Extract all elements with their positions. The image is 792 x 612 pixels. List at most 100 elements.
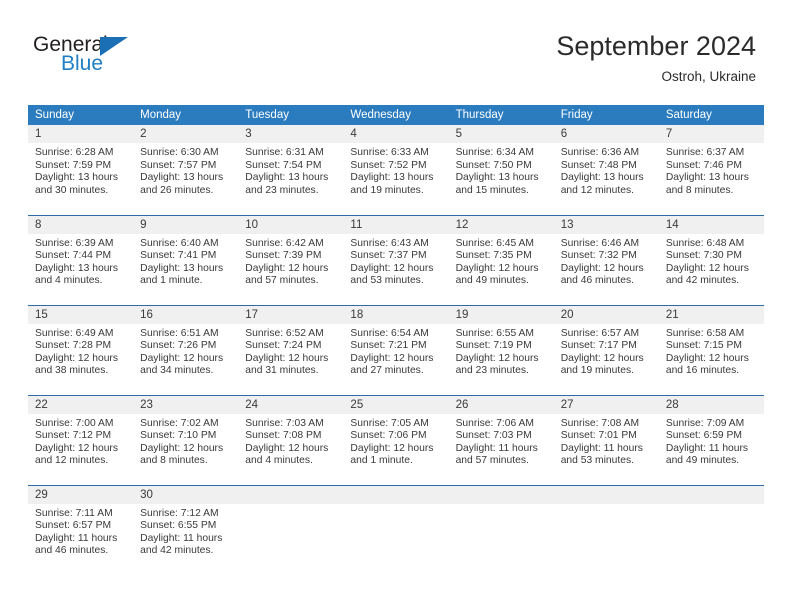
day-cell[interactable]: 2 Sunrise: 6:30 AM Sunset: 7:57 PM Daylight…: [133, 125, 239, 215]
daylight-text-line2: and 23 minutes.: [245, 184, 319, 196]
sunset-text: Sunset: 7:54 PM: [245, 159, 322, 171]
day-number: 18: [343, 305, 449, 324]
sunrise-text: Sunrise: 6:46 AM: [560, 237, 640, 249]
day-cell[interactable]: 15 Sunrise: 6:49 AM Sunset: 7:28 PM Dayligh…: [28, 304, 134, 395]
sunset-text: Sunset: 7:50 PM: [455, 159, 532, 171]
day-cell[interactable]: 26 Sunrise: 7:06 AM Sunset: 7:03 PM Dayligh…: [448, 394, 554, 485]
daylight-text-line2: and 8 minutes.: [140, 455, 208, 467]
daylight-text-line1: Daylight: 12 hours: [350, 442, 434, 454]
day-cell-empty: [448, 484, 554, 573]
daylight-text-line2: and 19 minutes.: [350, 184, 424, 196]
day-cell[interactable]: 21 Sunrise: 6:58 AM Sunset: 7:15 PM Dayligh…: [658, 304, 764, 395]
day-cell-inner: 22 Sunrise: 7:00 AM Sunset: 7:12 PM Dayligh…: [28, 395, 134, 485]
daylight-text-line2: and 4 minutes.: [35, 275, 103, 287]
daylight-text-line1: Daylight: 13 hours: [140, 172, 224, 184]
daylight-text-line1: Daylight: 12 hours: [560, 262, 644, 274]
day-cell[interactable]: 4 Sunrise: 6:33 AM Sunset: 7:52 PM Daylight…: [343, 125, 449, 215]
day-cell[interactable]: 9 Sunrise: 6:40 AM Sunset: 7:41 PM Daylight…: [133, 214, 239, 305]
day-cell[interactable]: 22 Sunrise: 7:00 AM Sunset: 7:12 PM Dayligh…: [28, 394, 134, 485]
daylight-text-line2: and 49 minutes.: [665, 455, 740, 467]
sunrise-text: Sunrise: 6:36 AM: [560, 147, 640, 158]
day-details: Sunrise: 6:57 AM Sunset: 7:17 PM Daylight:…: [554, 324, 659, 378]
sunrise-text: Sunrise: 6:31 AM: [245, 147, 324, 158]
sunset-text: Sunset: 7:57 PM: [140, 159, 217, 171]
weekday-header-sunday: Sunday: [28, 105, 134, 125]
day-cell-inner: 26 Sunrise: 7:06 AM Sunset: 7:03 PM Dayligh…: [448, 395, 554, 485]
weekday-header-thursday: Thursday: [448, 105, 554, 125]
sunrise-text: Sunrise: 6:39 AM: [35, 237, 114, 249]
day-number: 8: [28, 215, 134, 234]
sunset-text: Sunset: 7:15 PM: [665, 340, 742, 352]
sunrise-text: Sunrise: 6:40 AM: [140, 237, 219, 249]
day-cell[interactable]: 16 Sunrise: 6:51 AM Sunset: 7:26 PM Dayligh…: [133, 304, 239, 395]
location-label: Ostroh, Ukraine: [661, 69, 756, 84]
day-cell[interactable]: 14 Sunrise: 6:48 AM Sunset: 7:30 PM Dayligh…: [658, 214, 764, 305]
day-cell[interactable]: 12 Sunrise: 6:45 AM Sunset: 7:35 PM Dayligh…: [448, 214, 554, 305]
day-cell[interactable]: 13 Sunrise: 6:46 AM Sunset: 7:32 PM Dayligh…: [553, 214, 659, 305]
day-details: [343, 504, 448, 508]
day-cell-inner: 17 Sunrise: 6:52 AM Sunset: 7:24 PM Dayligh…: [238, 305, 344, 395]
day-cell[interactable]: 30 Sunrise: 7:12 AM Sunset: 6:55 PM Dayligh…: [133, 484, 239, 573]
day-cell[interactable]: 24 Sunrise: 7:03 AM Sunset: 7:08 PM Dayligh…: [238, 394, 344, 485]
day-details: Sunrise: 6:40 AM Sunset: 7:41 PM Daylight:…: [133, 234, 238, 288]
sunset-text: Sunset: 7:01 PM: [560, 430, 637, 442]
daylight-text-line1: Daylight: 11 hours: [665, 442, 749, 454]
daylight-text-line2: and 26 minutes.: [140, 184, 214, 196]
day-cell-inner: 13 Sunrise: 6:46 AM Sunset: 7:32 PM Dayligh…: [553, 215, 659, 305]
day-cell[interactable]: 27 Sunrise: 7:08 AM Sunset: 7:01 PM Dayligh…: [553, 394, 659, 485]
day-cell[interactable]: 7 Sunrise: 6:37 AM Sunset: 7:46 PM Daylight…: [658, 125, 764, 215]
sunset-text: Sunset: 7:08 PM: [245, 430, 322, 442]
daylight-text-line1: Daylight: 12 hours: [455, 352, 539, 364]
daylight-text-line2: and 46 minutes.: [560, 275, 634, 287]
daylight-text-line2: and 30 minutes.: [35, 184, 109, 196]
day-details: [238, 504, 343, 508]
week-row: 22 Sunrise: 7:00 AM Sunset: 7:12 PM Dayligh…: [28, 394, 764, 485]
daylight-text-line1: Daylight: 12 hours: [350, 352, 434, 364]
day-cell[interactable]: 20 Sunrise: 6:57 AM Sunset: 7:17 PM Dayligh…: [553, 304, 659, 395]
day-cell-inner: 1 Sunrise: 6:28 AM Sunset: 7:59 PM Daylight…: [28, 125, 134, 215]
daylight-text-line2: and 57 minutes.: [245, 275, 319, 287]
sunset-text: Sunset: 7:37 PM: [350, 250, 427, 262]
day-cell[interactable]: 8 Sunrise: 6:39 AM Sunset: 7:44 PM Daylight…: [28, 214, 134, 305]
sunset-text: Sunset: 7:46 PM: [665, 159, 742, 171]
day-cell[interactable]: 25 Sunrise: 7:05 AM Sunset: 7:06 PM Dayligh…: [343, 394, 449, 485]
daylight-text-line1: Daylight: 13 hours: [665, 172, 749, 184]
day-number: 26: [448, 395, 554, 414]
day-cell[interactable]: 10 Sunrise: 6:42 AM Sunset: 7:39 PM Dayligh…: [238, 214, 344, 305]
day-cell[interactable]: 3 Sunrise: 6:31 AM Sunset: 7:54 PM Daylight…: [238, 125, 344, 215]
day-cell[interactable]: 19 Sunrise: 6:55 AM Sunset: 7:19 PM Dayligh…: [448, 304, 554, 395]
daylight-text-line2: and 42 minutes.: [140, 545, 214, 557]
week-row: 29 Sunrise: 7:11 AM Sunset: 6:57 PM Dayligh…: [28, 484, 764, 573]
day-cell[interactable]: 1 Sunrise: 6:28 AM Sunset: 7:59 PM Daylight…: [28, 125, 134, 215]
day-cell[interactable]: 28 Sunrise: 7:09 AM Sunset: 6:59 PM Dayligh…: [658, 394, 764, 485]
day-cell[interactable]: 6 Sunrise: 6:36 AM Sunset: 7:48 PM Daylight…: [553, 125, 659, 215]
day-cell-inner: 23 Sunrise: 7:02 AM Sunset: 7:10 PM Dayligh…: [133, 395, 239, 485]
daylight-text-line1: Daylight: 12 hours: [665, 352, 749, 364]
sunrise-text: Sunrise: 6:33 AM: [350, 147, 429, 158]
sunset-text: Sunset: 7:32 PM: [560, 250, 637, 262]
day-cell[interactable]: 23 Sunrise: 7:02 AM Sunset: 7:10 PM Dayligh…: [133, 394, 239, 485]
sunset-text: Sunset: 7:41 PM: [140, 250, 217, 262]
day-cell[interactable]: 17 Sunrise: 6:52 AM Sunset: 7:24 PM Dayligh…: [238, 304, 344, 395]
weekday-header-tuesday: Tuesday: [238, 105, 344, 125]
day-number: 24: [238, 395, 344, 414]
day-cell[interactable]: 5 Sunrise: 6:34 AM Sunset: 7:50 PM Daylight…: [448, 125, 554, 215]
day-cell[interactable]: 29 Sunrise: 7:11 AM Sunset: 6:57 PM Dayligh…: [28, 484, 134, 573]
sunrise-text: Sunrise: 6:30 AM: [140, 147, 219, 158]
day-cell-inner: 8 Sunrise: 6:39 AM Sunset: 7:44 PM Daylight…: [28, 215, 134, 305]
day-cell-inner: 12 Sunrise: 6:45 AM Sunset: 7:35 PM Dayligh…: [448, 215, 554, 305]
day-details: Sunrise: 6:31 AM Sunset: 7:54 PM Daylight:…: [238, 143, 343, 197]
day-cell[interactable]: 11 Sunrise: 6:43 AM Sunset: 7:37 PM Dayligh…: [343, 214, 449, 305]
daylight-text-line2: and 12 minutes.: [35, 455, 109, 467]
day-number: 12: [448, 215, 554, 234]
day-details: Sunrise: 6:37 AM Sunset: 7:46 PM Daylight:…: [659, 143, 764, 197]
day-number: 4: [343, 125, 449, 143]
day-details: Sunrise: 6:51 AM Sunset: 7:26 PM Daylight:…: [133, 324, 238, 378]
generalblue-logo: General Blue: [33, 34, 163, 82]
calendar-head: Sunday Monday Tuesday Wednesday Thursday…: [28, 105, 764, 125]
day-number: 25: [343, 395, 449, 414]
sunset-text: Sunset: 7:12 PM: [35, 430, 112, 442]
day-cell[interactable]: 18 Sunrise: 6:54 AM Sunset: 7:21 PM Dayligh…: [343, 304, 449, 395]
day-number: 5: [448, 125, 554, 143]
day-details: Sunrise: 7:11 AM Sunset: 6:57 PM Daylight:…: [28, 504, 133, 558]
